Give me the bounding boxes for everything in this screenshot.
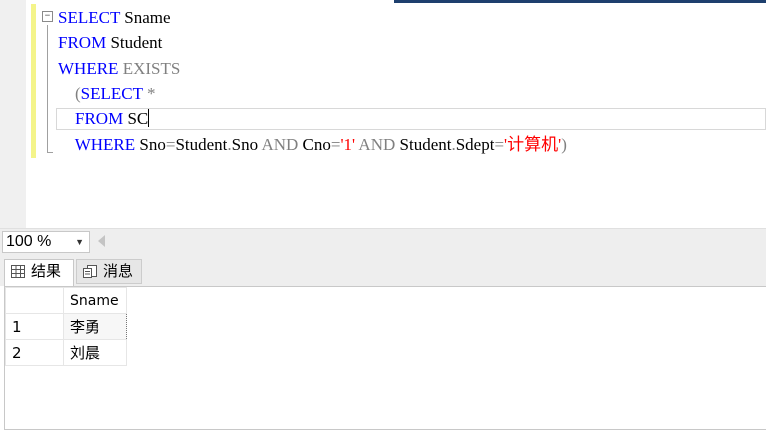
code-token: AND bbox=[261, 135, 299, 154]
code-token: '1' bbox=[340, 135, 356, 154]
code-token: FROM bbox=[58, 33, 107, 52]
code-token: ( bbox=[58, 84, 81, 103]
row-number[interactable]: 1 bbox=[5, 313, 64, 340]
code-token: AND bbox=[355, 135, 396, 154]
code-token: Sno bbox=[135, 135, 166, 154]
code-line[interactable]: WHERE EXISTS bbox=[58, 58, 180, 80]
code-token: = bbox=[494, 135, 505, 154]
code-token: Student bbox=[175, 135, 228, 154]
messages-icon bbox=[83, 265, 97, 278]
code-token: WHERE bbox=[58, 59, 119, 78]
code-token: SELECT bbox=[80, 84, 143, 103]
code-line[interactable]: WHERE Sno=Student.Sno AND Cno='1' AND St… bbox=[58, 134, 567, 156]
query-editor[interactable]: − SELECT Sname FROM Student WHERE EXISTS (… bbox=[0, 0, 766, 228]
grid-icon bbox=[11, 265, 25, 278]
results-grid-pane[interactable]: Sname 1 李勇 2 刘晨 bbox=[4, 286, 766, 430]
grid-cell[interactable]: 李勇 bbox=[63, 313, 127, 340]
code-token: Student bbox=[395, 135, 452, 154]
code-token: FROM bbox=[75, 109, 124, 128]
code-line[interactable]: FROM Student bbox=[58, 32, 162, 54]
code-token: WHERE bbox=[74, 135, 136, 154]
code-token: Student bbox=[106, 33, 163, 52]
scroll-left-icon[interactable] bbox=[98, 235, 105, 247]
outline-guide-end bbox=[47, 152, 53, 153]
code-token: Sno bbox=[231, 135, 262, 154]
current-line-highlight bbox=[56, 108, 766, 130]
column-header-sname[interactable]: Sname bbox=[63, 287, 127, 314]
outline-guide-line bbox=[47, 25, 48, 153]
code-token: Cno bbox=[298, 135, 331, 154]
code-token: Sname bbox=[120, 8, 171, 27]
code-line[interactable]: (SELECT * bbox=[58, 83, 155, 105]
tab-messages[interactable]: 消息 bbox=[76, 259, 142, 284]
zoom-value: 100 % bbox=[6, 233, 52, 250]
code-token: Sdept bbox=[455, 135, 495, 154]
row-number[interactable]: 2 bbox=[5, 339, 64, 366]
code-line[interactable]: FROM SC bbox=[58, 108, 150, 130]
grid-header-row: Sname bbox=[5, 287, 127, 314]
results-tab-bar: 结果 消息 bbox=[0, 254, 766, 287]
code-token: SC bbox=[123, 109, 149, 128]
tab-results[interactable]: 结果 bbox=[4, 259, 74, 287]
line-gutter bbox=[0, 0, 26, 228]
table-row[interactable]: 2 刘晨 bbox=[5, 339, 127, 366]
row-number-header[interactable] bbox=[5, 287, 64, 314]
change-tracking-bar bbox=[31, 4, 36, 158]
code-token: = bbox=[165, 135, 176, 154]
grid-cell[interactable]: 刘晨 bbox=[63, 339, 127, 366]
window-top-strip bbox=[394, 0, 766, 3]
code-token: * bbox=[142, 84, 156, 103]
collapse-outline-icon[interactable]: − bbox=[42, 11, 53, 22]
code-token: EXISTS bbox=[118, 59, 181, 78]
text-caret bbox=[148, 109, 150, 127]
results-grid[interactable]: Sname 1 李勇 2 刘晨 bbox=[5, 287, 127, 366]
code-token: SELECT bbox=[58, 8, 121, 27]
zoom-bar: 100 % ▼ bbox=[0, 228, 766, 254]
table-row[interactable]: 1 李勇 bbox=[5, 313, 127, 340]
code-token: '计算机' bbox=[504, 135, 562, 154]
zoom-dropdown[interactable]: 100 % ▼ bbox=[2, 231, 90, 253]
code-line[interactable]: SELECT Sname bbox=[58, 7, 171, 29]
chevron-down-icon: ▼ bbox=[75, 237, 84, 247]
tab-results-label: 结果 bbox=[31, 262, 62, 280]
tab-messages-label: 消息 bbox=[103, 262, 134, 280]
code-token: ) bbox=[561, 135, 567, 154]
